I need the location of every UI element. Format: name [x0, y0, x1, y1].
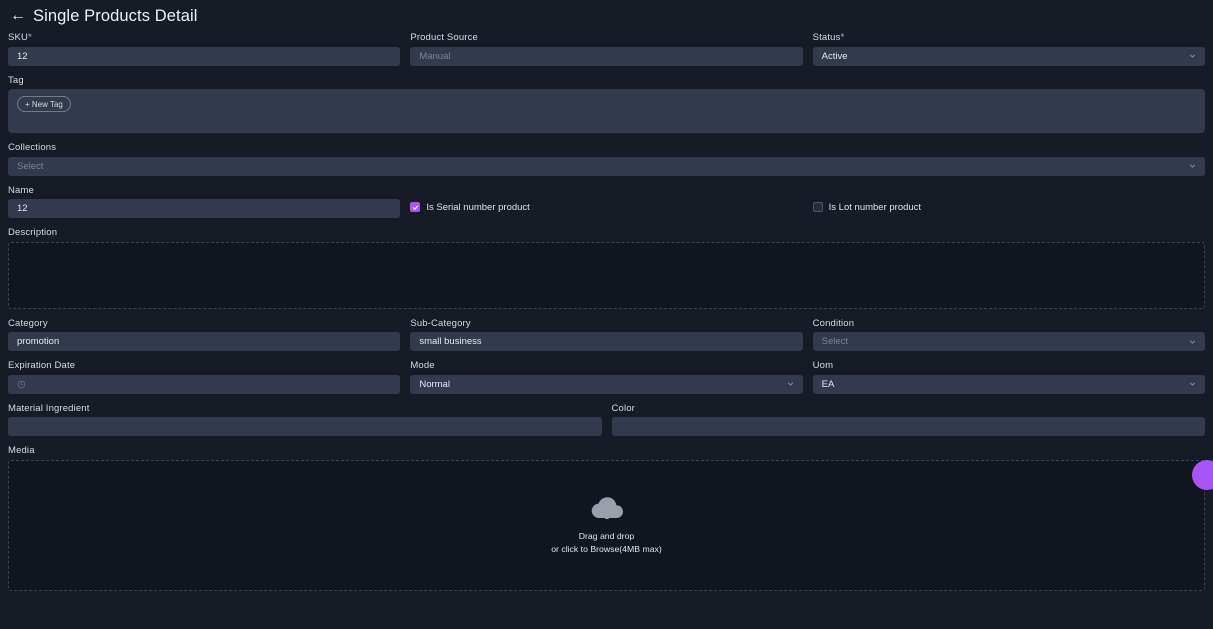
material-ingredient-label: Material Ingredient — [8, 402, 90, 414]
chevron-down-icon — [1189, 164, 1196, 168]
chevron-down-icon — [787, 382, 793, 386]
tag-box: + New Tag — [8, 89, 1205, 133]
category-label: Category — [8, 317, 48, 329]
row-sku-source-status: SKU* 12 Product Source Manual Status* Ac… — [8, 32, 1205, 66]
row-collections: Collections Select — [8, 142, 1205, 176]
row-name-flags: Name 12 Is Serial number product Is Lot … — [8, 184, 1205, 219]
media-line-2: or click to Browse(4MB max) — [551, 543, 662, 554]
field-collections: Collections Select — [8, 142, 1205, 176]
material-ingredient-input[interactable] — [8, 417, 602, 436]
check-icon — [412, 204, 419, 210]
field-tag: Tag + New Tag — [8, 74, 1205, 133]
single-product-detail-page: ← Single Products Detail SKU* 12 Product… — [0, 0, 1213, 629]
field-media: Media Drag and drop or click to Browse(4… — [8, 445, 1205, 591]
field-sku: SKU* 12 — [8, 32, 401, 66]
field-is-lot-number: Is Lot number product — [812, 185, 1205, 219]
status-select[interactable]: Active — [812, 46, 1205, 66]
name-value: 12 — [17, 203, 28, 214]
uom-label: Uom — [812, 360, 834, 371]
field-color: Color — [611, 402, 1205, 436]
row-description: Description — [8, 227, 1205, 309]
status-value: Active — [821, 50, 848, 62]
status-label: Status* — [812, 32, 845, 43]
sku-input[interactable]: 12 — [8, 46, 401, 66]
media-line-1: Drag and drop — [578, 530, 635, 541]
arrow-left-icon[interactable]: ← — [10, 8, 26, 24]
chevron-down-icon — [1189, 54, 1196, 58]
field-name: Name 12 — [8, 184, 401, 218]
field-product-source: Product Source Manual — [410, 32, 803, 66]
category-input[interactable]: promotion — [8, 332, 401, 351]
chevron-down-icon — [1189, 340, 1196, 344]
chevron-down-icon — [1189, 382, 1196, 386]
sub-category-value: small business — [419, 336, 482, 347]
row-media: Media Drag and drop or click to Browse(4… — [8, 445, 1205, 591]
row-material-color: Material Ingredient Color — [8, 402, 1205, 436]
category-value: promotion — [17, 336, 60, 347]
row-category: Category promotion Sub-Category small bu… — [8, 317, 1205, 351]
is-lot-number-checkbox-row[interactable]: Is Lot number product — [812, 198, 1205, 217]
name-label: Name — [8, 184, 34, 196]
field-category: Category promotion — [8, 317, 401, 351]
condition-label: Condition — [812, 317, 855, 329]
field-expiration-date: Expiration Date — [8, 360, 401, 394]
row-tag: Tag + New Tag — [8, 74, 1205, 133]
is-lot-number-checkbox[interactable] — [812, 202, 823, 212]
description-textarea[interactable] — [8, 241, 1205, 309]
product-source-label: Product Source — [410, 32, 478, 43]
new-tag-button[interactable]: + New Tag — [17, 96, 71, 112]
sub-category-label: Sub-Category — [410, 317, 471, 329]
field-condition: Condition Select — [812, 317, 1205, 351]
mode-select[interactable]: Normal — [410, 374, 803, 394]
expiration-date-label: Expiration Date — [8, 360, 76, 371]
field-mode: Mode Normal — [410, 360, 803, 394]
uom-value: EA — [821, 378, 835, 390]
media-label: Media — [8, 445, 35, 456]
cloud-upload-icon — [591, 497, 623, 519]
collections-select[interactable]: Select — [8, 156, 1205, 176]
sub-category-input[interactable]: small business — [410, 332, 803, 351]
field-uom: Uom EA — [812, 360, 1205, 394]
page-header: ← Single Products Detail — [8, 0, 1205, 32]
is-lot-number-label: Is Lot number product — [828, 201, 922, 213]
is-serial-number-checkbox[interactable] — [410, 202, 421, 212]
field-material-ingredient: Material Ingredient — [8, 402, 602, 436]
mode-value: Normal — [419, 378, 450, 390]
is-serial-number-label: Is Serial number product — [426, 201, 530, 213]
field-description: Description — [8, 227, 1205, 309]
clock-icon — [17, 380, 26, 388]
collections-label: Collections — [8, 142, 57, 153]
sku-label: SKU* — [8, 32, 32, 43]
media-instructions: Drag and drop or click to Browse(4MB max… — [551, 530, 662, 555]
name-input[interactable]: 12 — [8, 199, 401, 218]
media-dropzone[interactable]: Drag and drop or click to Browse(4MB max… — [8, 459, 1205, 591]
is-serial-number-checkbox-row[interactable]: Is Serial number product — [410, 198, 802, 217]
field-is-serial-number: Is Serial number product — [410, 185, 802, 219]
color-label: Color — [611, 402, 635, 414]
expiration-date-input[interactable] — [8, 374, 401, 394]
color-input[interactable] — [611, 417, 1205, 436]
mode-label: Mode — [410, 360, 435, 371]
page-title: Single Products Detail — [33, 6, 198, 25]
product-source-placeholder: Manual — [419, 50, 451, 62]
uom-select[interactable]: EA — [812, 374, 1205, 394]
product-source-input[interactable]: Manual — [410, 46, 803, 66]
sku-value: 12 — [17, 50, 28, 62]
field-sub-category: Sub-Category small business — [410, 317, 803, 351]
tag-label: Tag — [8, 74, 24, 86]
field-status: Status* Active — [812, 32, 1205, 66]
condition-select[interactable]: Select — [812, 332, 1205, 351]
description-label: Description — [8, 227, 58, 238]
condition-placeholder: Select — [821, 336, 849, 347]
collections-placeholder: Select — [17, 160, 44, 172]
row-expiry-mode-uom: Expiration Date Mode Normal Uom EA — [8, 360, 1205, 394]
